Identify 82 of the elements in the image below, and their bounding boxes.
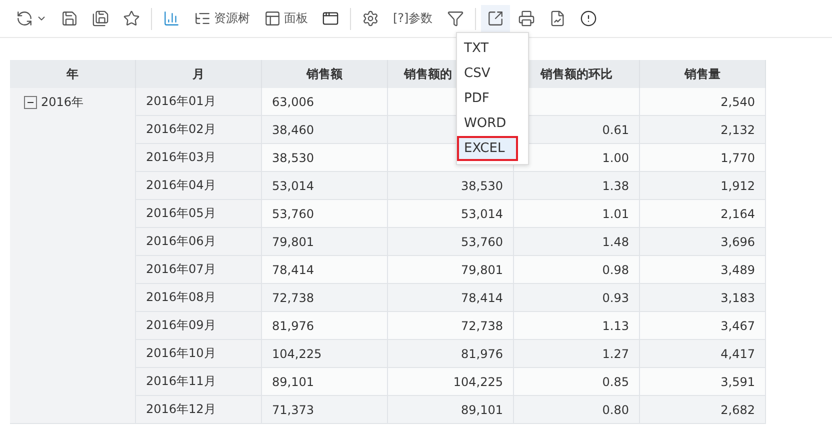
column-header: 月 — [136, 60, 262, 88]
export-button[interactable] — [480, 4, 510, 32]
table-cell: 53,014 — [262, 172, 388, 200]
table-cell: 78,414 — [388, 284, 514, 312]
table-cell: 38,530 — [388, 172, 514, 200]
table-cell: 81,976 — [262, 312, 388, 340]
save-icon — [61, 10, 78, 27]
table-cell: 38,460 — [262, 116, 388, 144]
table-cell: 2016年02月 — [136, 116, 262, 144]
menu-item[interactable]: PDF — [457, 86, 528, 111]
window-icon — [322, 10, 339, 27]
table-cell: 0.85 — [514, 368, 640, 396]
column-header: 销售额 — [262, 60, 388, 88]
table-cell: 0.80 — [514, 396, 640, 424]
alert-icon — [580, 10, 597, 27]
table-cell: 2,164 — [640, 200, 766, 228]
parameter-button[interactable]: [?]参数 — [387, 4, 439, 32]
table-cell: 78,414 — [262, 256, 388, 284]
table-cell: 81,976 — [388, 340, 514, 368]
table-cell: 2016年01月 — [136, 88, 262, 116]
table-cell: 89,101 — [262, 368, 388, 396]
table-cell: 71,373 — [262, 396, 388, 424]
table-cell: 0.93 — [514, 284, 640, 312]
table-cell: 79,801 — [262, 228, 388, 256]
table-cell: 72,738 — [262, 284, 388, 312]
table-cell: 72,738 — [388, 312, 514, 340]
column-header: 年 — [10, 60, 136, 88]
table-cell: 104,225 — [388, 368, 514, 396]
column-header: 销售量 — [640, 60, 766, 88]
table-cell: 2016年04月 — [136, 172, 262, 200]
table-cell: 2,682 — [640, 396, 766, 424]
table-cell: 79,801 — [388, 256, 514, 284]
table-cell: 1.48 — [514, 228, 640, 256]
table-cell: 2016年09月 — [136, 312, 262, 340]
table-cell: 3,183 — [640, 284, 766, 312]
table-cell: 3,489 — [640, 256, 766, 284]
table-cell: 0.98 — [514, 256, 640, 284]
filter-icon — [446, 10, 464, 27]
menu-item[interactable]: EXCEL — [457, 136, 518, 161]
table-cell: 53,760 — [388, 228, 514, 256]
table-cell: 2016年05月 — [136, 200, 262, 228]
table-cell: 3,467 — [640, 312, 766, 340]
table-cell: 1,770 — [640, 144, 766, 172]
settings-icon — [362, 10, 379, 27]
panel-button[interactable]: 面板 — [258, 4, 314, 32]
table-cell: 38,530 — [262, 144, 388, 172]
year-label: 2016年 — [41, 94, 84, 111]
table-cell: 1.38 — [514, 172, 640, 200]
tree-icon — [194, 10, 211, 27]
table-cell: 2,132 — [640, 116, 766, 144]
printer-icon — [518, 10, 535, 27]
table-cell: 53,760 — [262, 200, 388, 228]
table-cell: 63,006 — [262, 88, 388, 116]
table-cell: 2,540 — [640, 88, 766, 116]
table-cell: 1.13 — [514, 312, 640, 340]
star-icon — [123, 10, 140, 27]
table-cell: 2016年03月 — [136, 144, 262, 172]
table-cell: 2016年08月 — [136, 284, 262, 312]
export-icon — [486, 10, 504, 27]
table-cell: 3,591 — [640, 368, 766, 396]
table-cell: 1.27 — [514, 340, 640, 368]
chart-file-icon — [548, 10, 566, 27]
refresh-icon — [16, 10, 33, 27]
table-cell: 53,014 — [388, 200, 514, 228]
bar-chart-icon — [163, 10, 180, 27]
table-cell: 4,417 — [640, 340, 766, 368]
table-cell: 1.01 — [514, 200, 640, 228]
layout-icon — [264, 10, 281, 27]
table-cell: 1,912 — [640, 172, 766, 200]
resource-tree-button[interactable]: 资源树 — [188, 4, 256, 32]
table-cell: 2016年10月 — [136, 340, 262, 368]
collapse-toggle[interactable] — [24, 96, 37, 109]
table-cell: 2016年06月 — [136, 228, 262, 256]
table-cell: 2016年12月 — [136, 396, 262, 424]
menu-item[interactable]: TXT — [457, 36, 528, 61]
table-cell: 2016年11月 — [136, 368, 262, 396]
table-cell: 89,101 — [388, 396, 514, 424]
table-cell: 2016年07月 — [136, 256, 262, 284]
table-cell: 3,696 — [640, 228, 766, 256]
save-as-icon — [92, 10, 109, 27]
table-cell: 1.00 — [514, 144, 640, 172]
table-cell: 104,225 — [262, 340, 388, 368]
